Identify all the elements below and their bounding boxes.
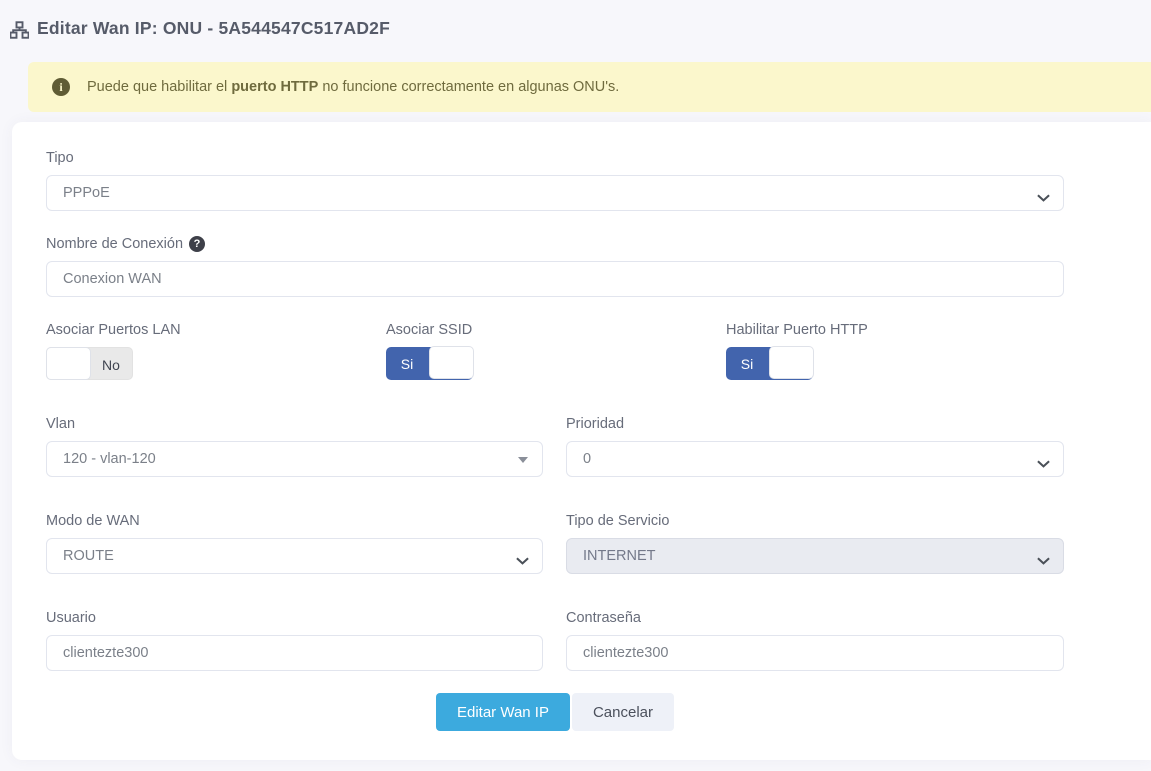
prioridad-label: Prioridad bbox=[566, 416, 1064, 432]
toggle-knob bbox=[769, 346, 814, 379]
info-circle-icon: i bbox=[52, 78, 70, 96]
vlan-select[interactable]: 120 - vlan-120 bbox=[46, 441, 543, 477]
usuario-input[interactable] bbox=[46, 635, 543, 671]
habilitar-puerto-http-toggle[interactable]: Si bbox=[726, 347, 813, 380]
asociar-ssid-label: Asociar SSID bbox=[386, 322, 726, 338]
editar-wan-ip-button[interactable]: Editar Wan IP bbox=[436, 693, 570, 731]
tipo-servicio-selected-value: INTERNET bbox=[583, 548, 656, 564]
form-actions: Editar Wan IP Cancelar bbox=[46, 693, 1064, 731]
toggle-knob bbox=[429, 346, 474, 379]
page-title: Editar Wan IP: ONU - 5A544547C517AD2F bbox=[37, 18, 390, 39]
contrasena-input[interactable] bbox=[566, 635, 1064, 671]
nombre-conexion-input[interactable] bbox=[46, 261, 1064, 297]
chevron-down-icon bbox=[516, 553, 529, 569]
edit-wan-form-card: Tipo PPPoE Nombre de Conexión ? Asociar … bbox=[12, 122, 1151, 760]
asociar-puertos-lan-toggle[interactable]: No bbox=[46, 347, 133, 380]
field-tipo-servicio: Tipo de Servicio INTERNET bbox=[566, 513, 1064, 574]
prioridad-selected-value: 0 bbox=[583, 451, 591, 467]
chevron-down-icon bbox=[1037, 190, 1050, 206]
chevron-down-icon bbox=[1037, 456, 1050, 472]
vlan-selected-value: 120 - vlan-120 bbox=[63, 451, 156, 467]
tipo-select[interactable]: PPPoE bbox=[46, 175, 1064, 211]
field-modo-wan: Modo de WAN ROUTE bbox=[46, 513, 543, 574]
tipo-selected-value: PPPoE bbox=[63, 185, 110, 201]
cancelar-button[interactable]: Cancelar bbox=[572, 693, 674, 731]
nombre-conexion-label: Nombre de Conexión bbox=[46, 236, 183, 252]
field-vlan: Vlan 120 - vlan-120 bbox=[46, 416, 543, 477]
vlan-label: Vlan bbox=[46, 416, 543, 432]
page-header: Editar Wan IP: ONU - 5A544547C517AD2F bbox=[0, 0, 1151, 44]
contrasena-label: Contraseña bbox=[566, 610, 1064, 626]
toggle-state-label: No bbox=[90, 348, 132, 381]
modo-wan-selected-value: ROUTE bbox=[63, 548, 114, 564]
field-asociar-ssid: Asociar SSID Si bbox=[386, 322, 726, 380]
tipo-servicio-label: Tipo de Servicio bbox=[566, 513, 1064, 529]
usuario-label: Usuario bbox=[46, 610, 543, 626]
sitemap-icon bbox=[10, 21, 29, 39]
vlan-prioridad-row: Vlan 120 - vlan-120 Prioridad 0 bbox=[46, 416, 1064, 477]
field-prioridad: Prioridad 0 bbox=[566, 416, 1064, 477]
http-warning-alert: i Puede que habilitar el puerto HTTP no … bbox=[28, 62, 1151, 112]
toggle-knob bbox=[46, 347, 91, 380]
field-contrasena: Contraseña bbox=[566, 610, 1064, 671]
credentials-row: Usuario Contraseña bbox=[46, 610, 1064, 671]
asociar-puertos-lan-label: Asociar Puertos LAN bbox=[46, 322, 386, 338]
field-habilitar-puerto-http: Habilitar Puerto HTTP Si bbox=[726, 322, 1064, 380]
field-tipo: Tipo PPPoE bbox=[46, 150, 1064, 211]
alert-text: Puede que habilitar el puerto HTTP no fu… bbox=[87, 79, 619, 95]
tipo-servicio-select: INTERNET bbox=[566, 538, 1064, 574]
chevron-down-icon bbox=[1037, 553, 1050, 569]
modo-wan-select[interactable]: ROUTE bbox=[46, 538, 543, 574]
toggles-row: Asociar Puertos LAN No Asociar SSID Si H… bbox=[46, 322, 1064, 380]
triangle-down-icon bbox=[518, 457, 528, 463]
modo-wan-label: Modo de WAN bbox=[46, 513, 543, 529]
field-usuario: Usuario bbox=[46, 610, 543, 671]
tipo-label: Tipo bbox=[46, 150, 1064, 166]
field-asociar-puertos-lan: Asociar Puertos LAN No bbox=[46, 322, 386, 380]
field-nombre-conexion: Nombre de Conexión ? bbox=[46, 236, 1064, 297]
question-circle-icon[interactable]: ? bbox=[189, 236, 205, 252]
toggle-state-label: Si bbox=[726, 347, 768, 380]
toggle-state-label: Si bbox=[386, 347, 428, 380]
modo-servicio-row: Modo de WAN ROUTE Tipo de Servicio INTER… bbox=[46, 513, 1064, 574]
habilitar-puerto-http-label: Habilitar Puerto HTTP bbox=[726, 322, 1064, 338]
prioridad-select[interactable]: 0 bbox=[566, 441, 1064, 477]
asociar-ssid-toggle[interactable]: Si bbox=[386, 347, 473, 380]
